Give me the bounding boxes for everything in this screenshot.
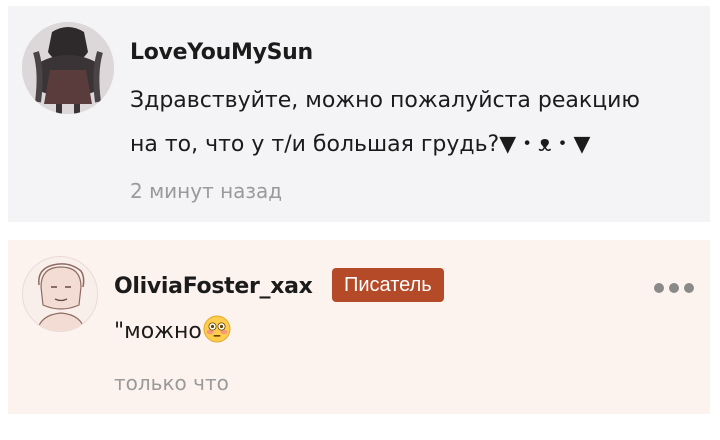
more-dot [684,283,694,293]
more-options-icon[interactable] [654,283,694,295]
comment-text-line: на то, что у т/и большая грудь?▼・ᴥ・▼ [130,132,591,157]
flushed-face-emoji-icon [203,315,231,343]
comment-text-content: "можно [114,319,202,344]
comment-username[interactable]: OliviaFoster_xax [114,274,313,299]
comment-username[interactable]: LoveYouMySun [130,40,313,65]
avatar[interactable] [22,256,98,332]
comment-text-line: Здравствуйте, можно пожалуйста реакцию [130,88,640,113]
comment-text: "можно [114,310,231,354]
more-dot [669,283,679,293]
comment-timestamp: 2 минут назад [130,179,283,203]
comment-timestamp: только что [114,371,229,395]
avatar[interactable] [22,22,114,114]
avatar-drawing [23,257,97,331]
more-dot [654,283,664,293]
avatar-photo [22,22,114,114]
writer-badge: Писатель [332,268,444,302]
